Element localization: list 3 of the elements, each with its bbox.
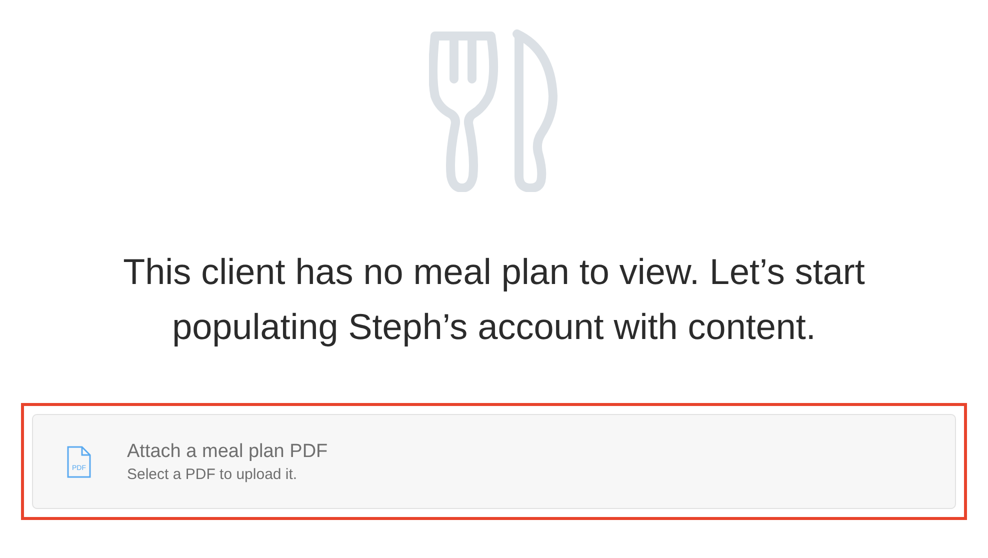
card-subtitle: Select a PDF to upload it.: [127, 464, 298, 484]
card-title: Attach a meal plan PDF: [127, 440, 328, 464]
empty-state-message: This client has no meal plan to view. Let’s start populating Steph’s account with content.: [122, 250, 866, 349]
